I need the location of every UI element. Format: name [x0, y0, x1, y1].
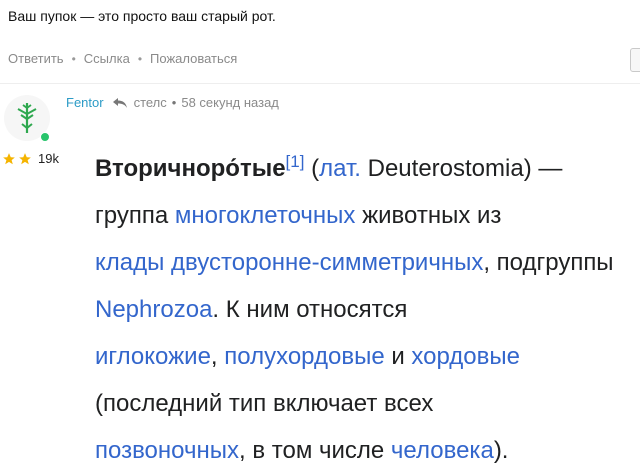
reference-link[interactable]: [1]	[286, 152, 305, 171]
separator-dot: •	[137, 51, 143, 66]
body-text: , в том числе	[239, 437, 391, 464]
body-text: ).	[493, 437, 509, 464]
comment-actions: Ответить • Ссылка • Пожаловаться	[8, 51, 237, 66]
comment-time[interactable]: 58 секунд назад	[181, 95, 279, 110]
reply-link[interactable]: Ответить	[8, 51, 64, 66]
divider	[0, 83, 640, 84]
separator-dot: •	[171, 95, 177, 110]
comment-body: Вторичноро́тые[1] (лат. Deuterostomia) —…	[95, 145, 635, 474]
body-text: группа	[95, 202, 175, 229]
star-icon	[3, 152, 15, 164]
echinoderms-link[interactable]: иглокожие	[95, 343, 211, 370]
comment-meta: Fentor стелс • 58 секунд назад	[66, 95, 279, 110]
article-term: Вторичноро́тые	[95, 155, 286, 182]
chordates-link[interactable]: хордовые	[411, 343, 520, 370]
previous-comment-text: Ваш пупок — это просто ваш старый рот.	[8, 8, 276, 24]
body-text: (последний тип включает всех	[95, 390, 434, 417]
report-link[interactable]: Пожаловаться	[150, 51, 237, 66]
side-scroll-button[interactable]	[630, 48, 640, 72]
body-text: , подгруппы	[483, 249, 614, 276]
reply-to-user[interactable]: стелс	[134, 95, 167, 110]
hemichordates-link[interactable]: полухордовые	[224, 343, 384, 370]
body-text: . К ним относятся	[212, 296, 408, 323]
separator-dot: •	[71, 51, 76, 66]
author-link[interactable]: Fentor	[66, 95, 104, 110]
body-text: ,	[210, 343, 225, 370]
body-text: животных из	[355, 202, 502, 229]
body-text: Deuterostomia) —	[360, 155, 563, 182]
user-rating: 19k	[2, 151, 59, 166]
rating-value: 19k	[38, 151, 59, 166]
body-text: (	[304, 155, 320, 182]
human-link[interactable]: человека	[391, 437, 494, 464]
multicellular-link[interactable]: многоклеточных	[175, 202, 356, 229]
star-icon	[19, 152, 31, 164]
body-text: и	[384, 343, 412, 370]
latin-link[interactable]: лат.	[319, 155, 361, 182]
bilateria-link[interactable]: клады двусторонне-симметричных	[95, 249, 483, 276]
online-status-dot	[40, 132, 50, 142]
permalink-link[interactable]: Ссылка	[84, 51, 130, 66]
reply-arrow-icon	[112, 97, 127, 108]
nephrozoa-link[interactable]: Nephrozoa	[95, 296, 212, 323]
vertebrates-link[interactable]: позвоночных	[95, 437, 239, 464]
